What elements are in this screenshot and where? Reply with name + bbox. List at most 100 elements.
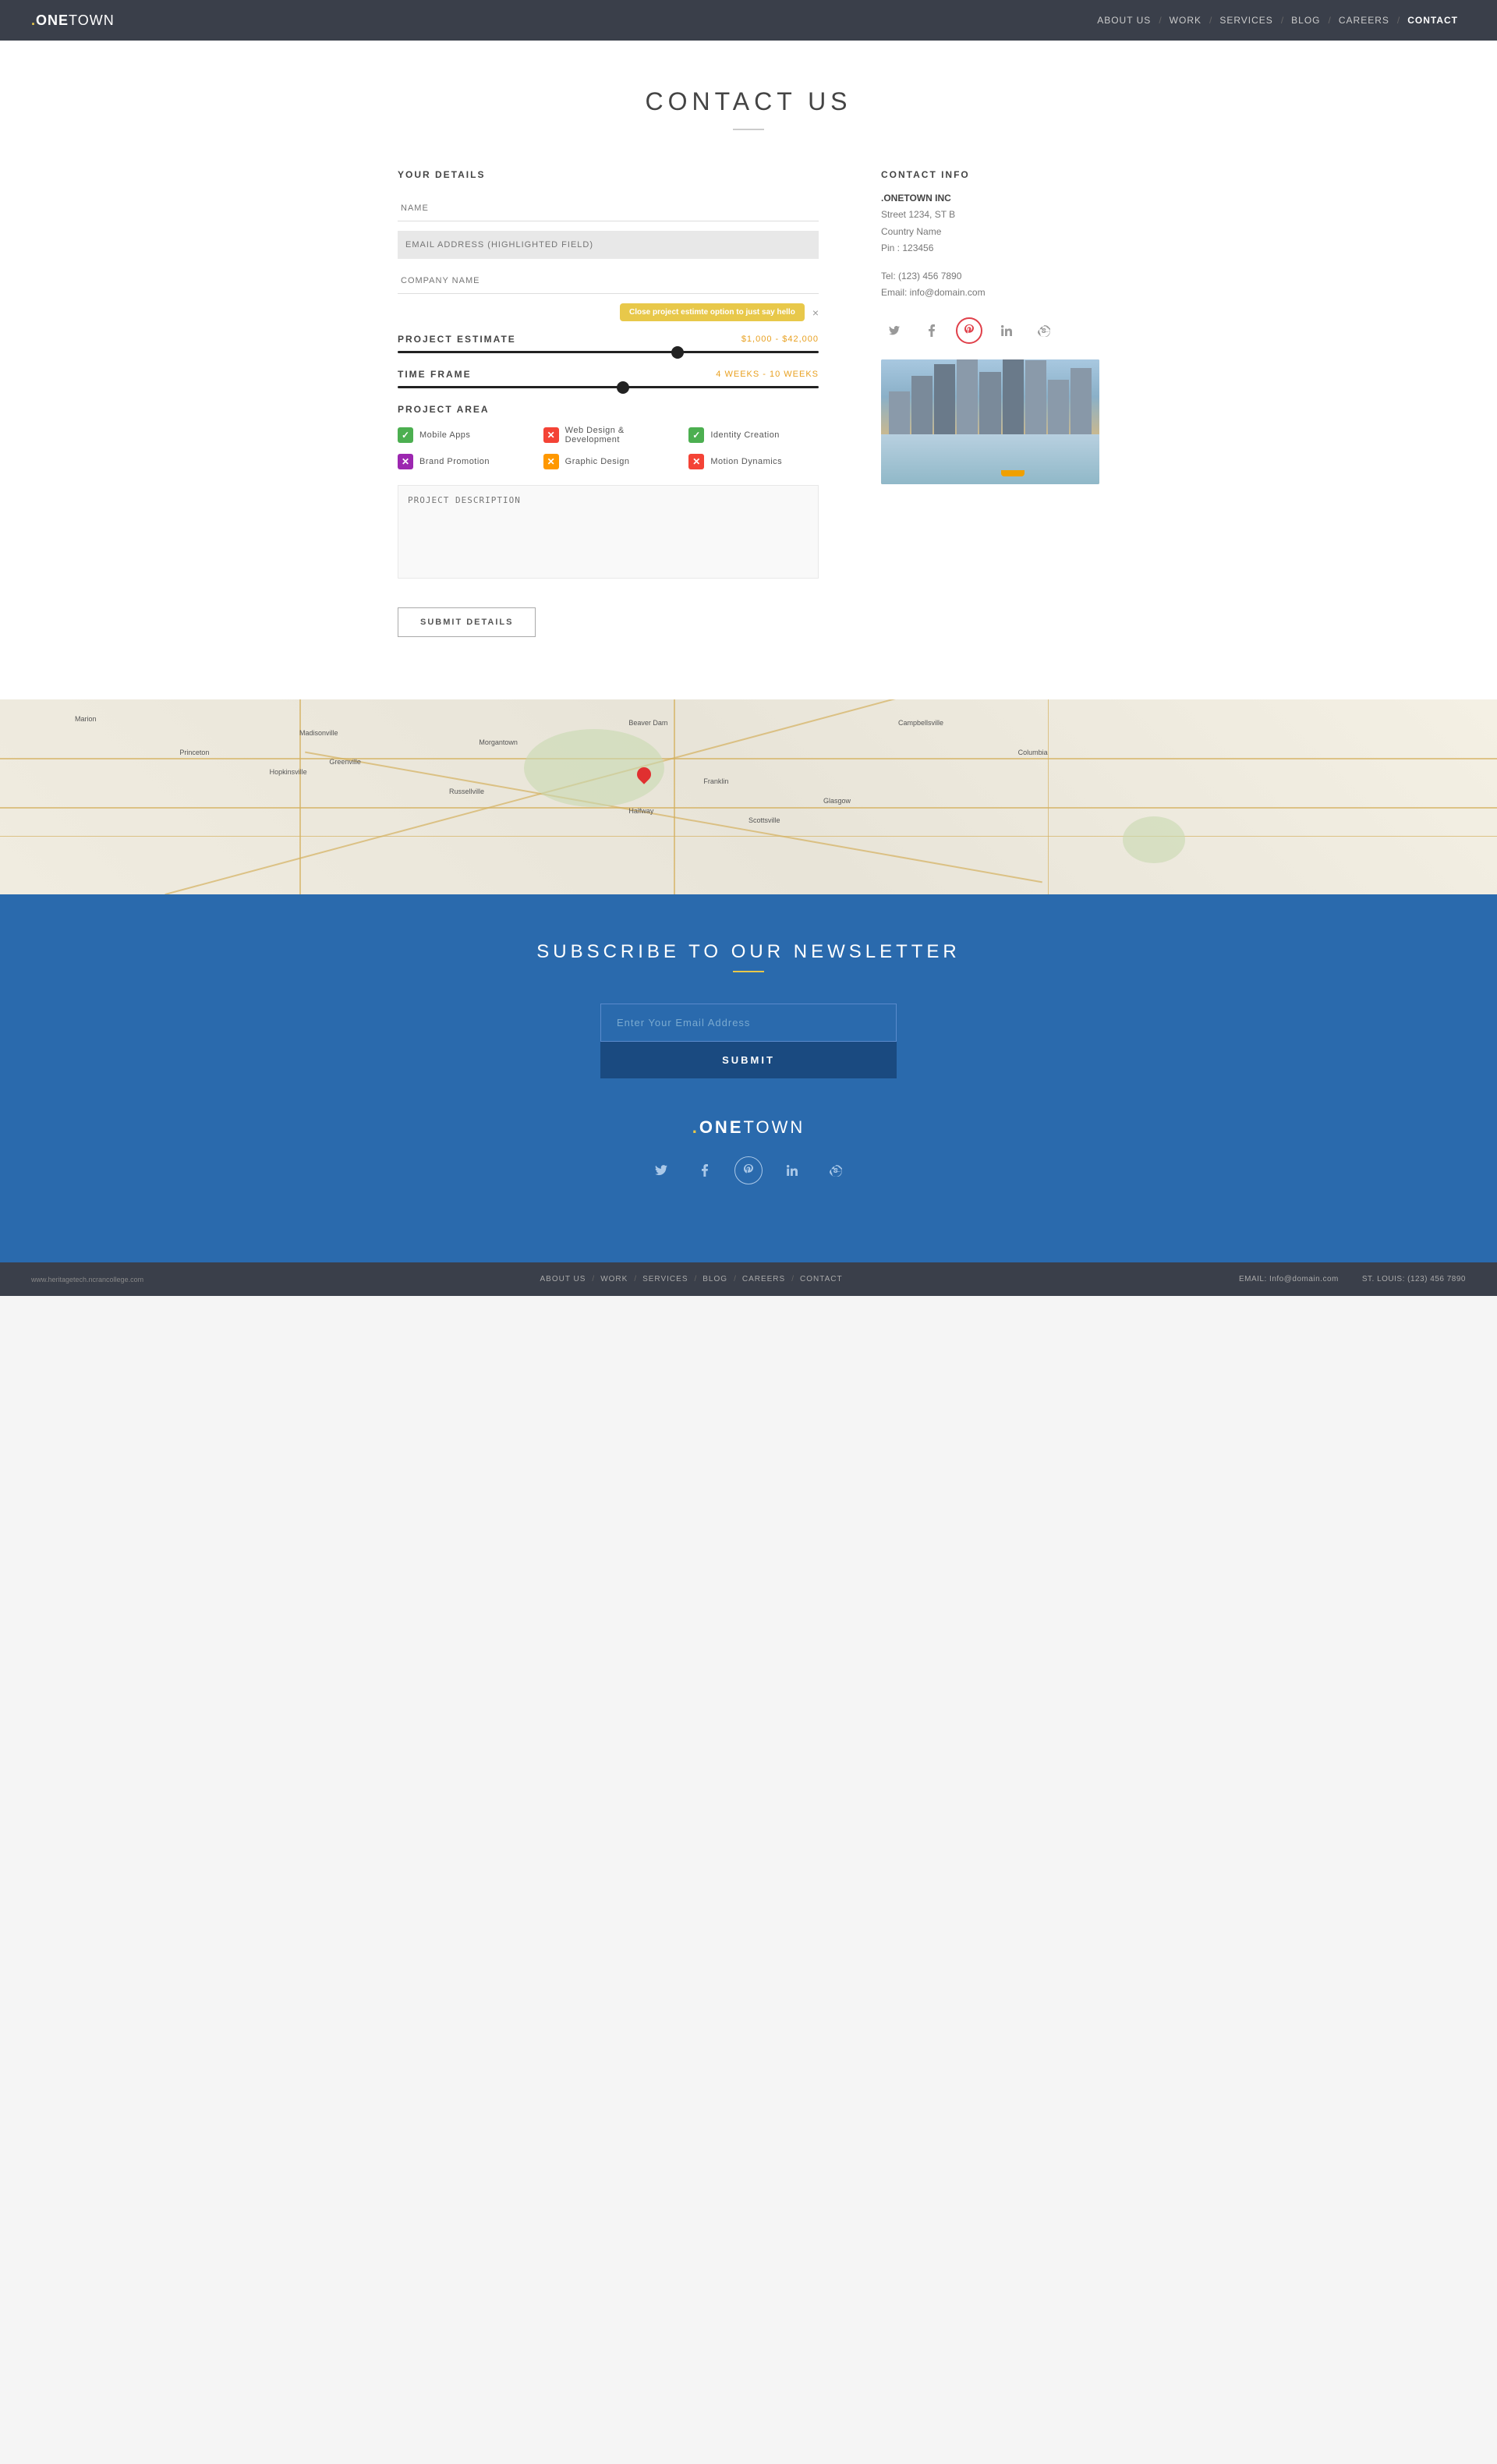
timeframe-slider-thumb[interactable] [617, 381, 629, 394]
nav-careers[interactable]: CAREERS [1331, 15, 1397, 26]
nav-work[interactable]: WORK [1162, 15, 1209, 26]
footer-nav-contact[interactable]: CONTACT [794, 1275, 849, 1283]
footer-pinterest-icon[interactable] [734, 1156, 763, 1184]
name-input[interactable] [398, 196, 819, 221]
footer-address: ST. LOUIS: (123) 456 7890 [1362, 1275, 1466, 1283]
checkbox-motion-dynamics-box: ✕ [688, 454, 704, 469]
footer-nav-about[interactable]: ABOUT US [533, 1275, 592, 1283]
nav-blog[interactable]: BLOG [1283, 15, 1328, 26]
company-input[interactable] [398, 268, 819, 294]
submit-button[interactable]: SUBMIT DETAILS [398, 607, 536, 637]
contact-pinterest-icon[interactable] [956, 317, 982, 344]
checkbox-brand-promotion[interactable]: ✕ Brand Promotion [398, 454, 528, 469]
page-title-divider [733, 129, 764, 130]
header-logo: .ONETOWN [31, 12, 115, 29]
contact-address: Street 1234, ST B Country Name Pin : 123… [881, 207, 1099, 257]
footer-nav: ABOUT US / WORK / SERVICES / BLOG / CARE… [533, 1275, 848, 1283]
email-field-container [398, 231, 819, 259]
checkbox-web-design[interactable]: ✕ Web Design & Development [543, 426, 674, 444]
bottom-footer: www.heritagetech.ncrancollege.com ABOUT … [0, 1262, 1497, 1296]
estimate-slider-track[interactable] [398, 351, 819, 353]
timeframe-label: TIME FRAME [398, 369, 472, 380]
contact-tel: Tel: (123) 456 7890 [881, 268, 1099, 285]
nav-contact[interactable]: CONTACT [1400, 15, 1466, 26]
footer-twitter-icon[interactable] [647, 1156, 675, 1184]
checkbox-brand-promotion-box: ✕ [398, 454, 413, 469]
map-section: Marion Madisonville Princeton Greenville… [0, 699, 1497, 894]
contact-facebook-icon[interactable] [918, 317, 945, 344]
contact-form-section: YOUR DETAILS Close project estimte optio… [398, 169, 819, 637]
contact-twitter-icon[interactable] [881, 317, 908, 344]
project-area-heading: PROJECT AREA [398, 404, 819, 415]
email-input[interactable] [398, 231, 819, 259]
contact-layout: YOUR DETAILS Close project estimte optio… [398, 169, 1099, 637]
estimate-row: PROJECT ESTIMATE $1,000 - $42,000 [398, 334, 819, 345]
checkbox-graphic-design-label: Graphic Design [565, 457, 630, 466]
name-field-container [398, 196, 819, 221]
main-content: CONTACT US YOUR DETAILS Close project es… [0, 41, 1497, 699]
contact-info-section: CONTACT INFO .ONETOWN INC Street 1234, S… [881, 169, 1099, 637]
boat-image [1001, 470, 1025, 476]
estimate-value: $1,000 - $42,000 [741, 335, 819, 344]
timeframe-value: 4 WEEKS - 10 WEEKS [716, 370, 819, 379]
nav-about[interactable]: ABOUT US [1089, 15, 1159, 26]
newsletter-email-input[interactable] [600, 1004, 897, 1042]
footer-nav-services[interactable]: SERVICES [636, 1275, 694, 1283]
checkbox-mobile-apps[interactable]: ✓ Mobile Apps [398, 426, 528, 444]
contact-email: Email: info@domain.com [881, 285, 1099, 302]
project-estimate-container: PROJECT ESTIMATE $1,000 - $42,000 [398, 334, 819, 353]
footer-brand: .ONETOWN [31, 1117, 1466, 1138]
newsletter-title: SUBSCRIBE TO OUR NEWSLETTER [31, 941, 1466, 963]
checkbox-identity-box: ✓ [688, 427, 704, 443]
timeframe-container: TIME FRAME 4 WEEKS - 10 WEEKS [398, 369, 819, 388]
checkbox-mobile-apps-box: ✓ [398, 427, 413, 443]
footer-skype-icon[interactable] [822, 1156, 850, 1184]
footer-website: www.heritagetech.ncrancollege.com [31, 1276, 143, 1283]
map-pin [637, 767, 651, 781]
header-nav: ABOUT US / WORK / SERVICES / BLOG / CARE… [1089, 15, 1466, 26]
estimate-slider-thumb[interactable] [671, 346, 684, 359]
contact-company: .ONETOWN INC [881, 193, 1099, 204]
checkbox-web-design-label: Web Design & Development [565, 426, 674, 444]
newsletter-submit-button[interactable]: SUBMIT [600, 1042, 897, 1078]
checkbox-motion-dynamics[interactable]: ✕ Motion Dynamics [688, 454, 819, 469]
checkbox-graphic-design-box: ✕ [543, 454, 559, 469]
timeframe-slider-track[interactable] [398, 386, 819, 388]
checkbox-identity-label: Identity Creation [710, 430, 780, 440]
checkbox-brand-promotion-label: Brand Promotion [419, 457, 490, 466]
footer-nav-blog[interactable]: BLOG [696, 1275, 734, 1283]
footer-right-info: EMAIL: Info@domain.com ST. LOUIS: (123) … [1239, 1275, 1466, 1283]
footer-social-icons [31, 1156, 1466, 1184]
tooltip-row: Close project estimte option to just say… [398, 303, 819, 321]
timeframe-row: TIME FRAME 4 WEEKS - 10 WEEKS [398, 369, 819, 380]
checkbox-identity[interactable]: ✓ Identity Creation [688, 426, 819, 444]
footer-nav-careers[interactable]: CAREERS [736, 1275, 791, 1283]
checkbox-web-design-box: ✕ [543, 427, 559, 443]
checkbox-graphic-design[interactable]: ✕ Graphic Design [543, 454, 674, 469]
footer-email: EMAIL: Info@domain.com [1239, 1275, 1339, 1283]
checkbox-motion-dynamics-label: Motion Dynamics [710, 457, 782, 466]
tooltip-close-button[interactable]: × [812, 306, 819, 319]
newsletter-divider [733, 971, 764, 972]
newsletter-section: SUBSCRIBE TO OUR NEWSLETTER SUBMIT .ONET… [0, 894, 1497, 1262]
header: .ONETOWN ABOUT US / WORK / SERVICES / BL… [0, 0, 1497, 41]
page-title-section: CONTACT US [31, 87, 1466, 130]
tooltip-bubble: Close project estimte option to just say… [620, 303, 805, 321]
description-textarea[interactable] [398, 485, 819, 579]
contact-social-icons [881, 317, 1099, 344]
contact-city-image [881, 359, 1099, 484]
project-area-grid: ✓ Mobile Apps ✕ Web Design & Development… [398, 426, 819, 469]
page-title: CONTACT US [31, 87, 1466, 116]
footer-linkedin-icon[interactable] [778, 1156, 806, 1184]
footer-nav-work[interactable]: WORK [594, 1275, 634, 1283]
your-details-heading: YOUR DETAILS [398, 169, 819, 180]
contact-info-heading: CONTACT INFO [881, 169, 1099, 180]
contact-linkedin-icon[interactable] [993, 317, 1020, 344]
checkbox-mobile-apps-label: Mobile Apps [419, 430, 470, 440]
estimate-label: PROJECT ESTIMATE [398, 334, 516, 345]
nav-services[interactable]: SERVICES [1212, 15, 1280, 26]
description-field-container [398, 485, 819, 582]
contact-skype-icon[interactable] [1031, 317, 1057, 344]
footer-facebook-icon[interactable] [691, 1156, 719, 1184]
company-field-container [398, 268, 819, 294]
